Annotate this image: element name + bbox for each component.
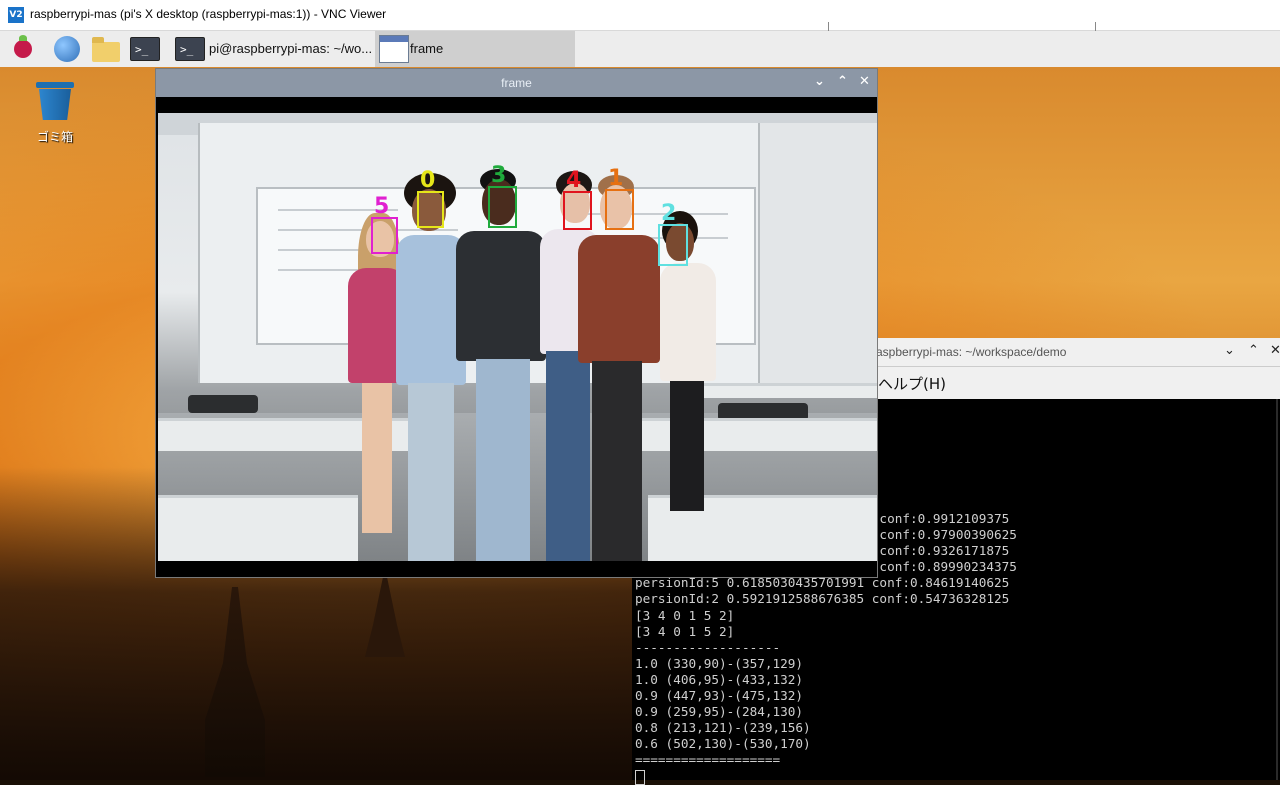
detection-box-4	[563, 191, 592, 230]
terminal-window-title: raspberrypi-mas: ~/workspace/demo	[872, 345, 1067, 359]
detection-label-5: 5	[374, 194, 390, 219]
taskbar-item-frame-label: frame	[410, 41, 444, 56]
window-icon	[379, 35, 409, 63]
detection-label-1: 1	[608, 166, 624, 191]
terminal-line: -------------------	[635, 639, 781, 655]
classroom-wall	[758, 123, 877, 383]
camera-frame-image: 0 1 2 3 4 5	[158, 113, 877, 561]
chair	[188, 395, 258, 413]
frame-close-button[interactable]: ✕	[859, 74, 870, 89]
folder-icon	[92, 37, 120, 62]
terminal-close-button[interactable]: ✕	[1270, 343, 1280, 358]
terminal-scrollbar[interactable]	[1276, 399, 1278, 780]
trash-label: ゴミ箱	[36, 130, 73, 144]
frame-window[interactable]: frame ⌄ ⌃ ✕ 0 1 2 3 4 5	[155, 68, 878, 578]
vnc-window-title: raspberrypi-mas (pi's X desktop (raspber…	[30, 7, 387, 21]
terminal-icon: >_	[130, 37, 160, 61]
frame-titlebar[interactable]: frame ⌄ ⌃ ✕	[156, 69, 877, 97]
terminal-line: [3 4 0 1 5 2]	[635, 623, 735, 639]
detection-label-2: 2	[661, 201, 677, 226]
taskbar-item-terminal-label: pi@raspberrypi-mas: ~/wo...	[209, 41, 373, 56]
terminal-line: 0.9 (447,93)-(475,132)	[635, 688, 804, 704]
raspberry-menu-button[interactable]	[8, 34, 38, 64]
terminal-line: 0.6 (502,130)-(530,170)	[635, 736, 811, 752]
raspberry-icon	[14, 35, 32, 58]
terminal-line: 1.0 (406,95)-(433,132)	[635, 671, 804, 687]
web-browser-launcher[interactable]	[52, 34, 82, 64]
frame-window-title: frame	[501, 76, 532, 90]
trash-icon	[36, 82, 74, 120]
detection-box-0	[417, 191, 444, 228]
taskbar-item-frame[interactable]: frame	[375, 31, 575, 67]
detection-box-3	[488, 186, 517, 228]
detection-box-2	[658, 224, 688, 266]
detection-label-4: 4	[566, 168, 582, 193]
terminal-cursor	[635, 769, 1017, 785]
terminal-icon: >_	[175, 37, 205, 61]
terminal-line: persionId:2 0.5921912588676385 conf:0.54…	[635, 591, 1010, 607]
terminal-line: 1.0 (330,90)-(357,129)	[635, 655, 804, 671]
file-manager-launcher[interactable]	[90, 34, 120, 64]
taskbar: >_ >_ pi@raspberrypi-mas: ~/wo... frame	[0, 31, 1280, 68]
vnc-logo-icon: V2	[8, 7, 24, 23]
desk	[158, 495, 358, 561]
detection-label-0: 0	[420, 168, 436, 193]
desk	[613, 418, 877, 451]
taskbar-item-terminal[interactable]: >_ pi@raspberrypi-mas: ~/wo...	[175, 34, 375, 64]
terminal-minimize-button[interactable]: ⌄	[1224, 343, 1235, 358]
terminal-line: ===================	[635, 752, 781, 768]
vnc-titlebar[interactable]: V2 raspberrypi-mas (pi's X desktop (rasp…	[0, 0, 1280, 33]
terminal-line: 0.8 (213,121)-(239,156)	[635, 720, 811, 736]
terminal-launcher[interactable]: >_	[130, 34, 160, 64]
detection-box-1	[605, 189, 634, 230]
terminal-menu-help[interactable]: ヘルプ(H)	[878, 373, 946, 394]
desk	[703, 383, 877, 398]
detection-box-5	[371, 217, 398, 254]
detection-label-3: 3	[491, 163, 507, 188]
globe-icon	[54, 36, 80, 62]
frame-maximize-button[interactable]: ⌃	[837, 74, 848, 89]
terminal-maximize-button[interactable]: ⌃	[1248, 343, 1259, 358]
terminal-line: 0.9 (259,95)-(284,130)	[635, 704, 804, 720]
frame-minimize-button[interactable]: ⌄	[814, 74, 825, 89]
terminal-line: [3 4 0 1 5 2]	[635, 607, 735, 623]
